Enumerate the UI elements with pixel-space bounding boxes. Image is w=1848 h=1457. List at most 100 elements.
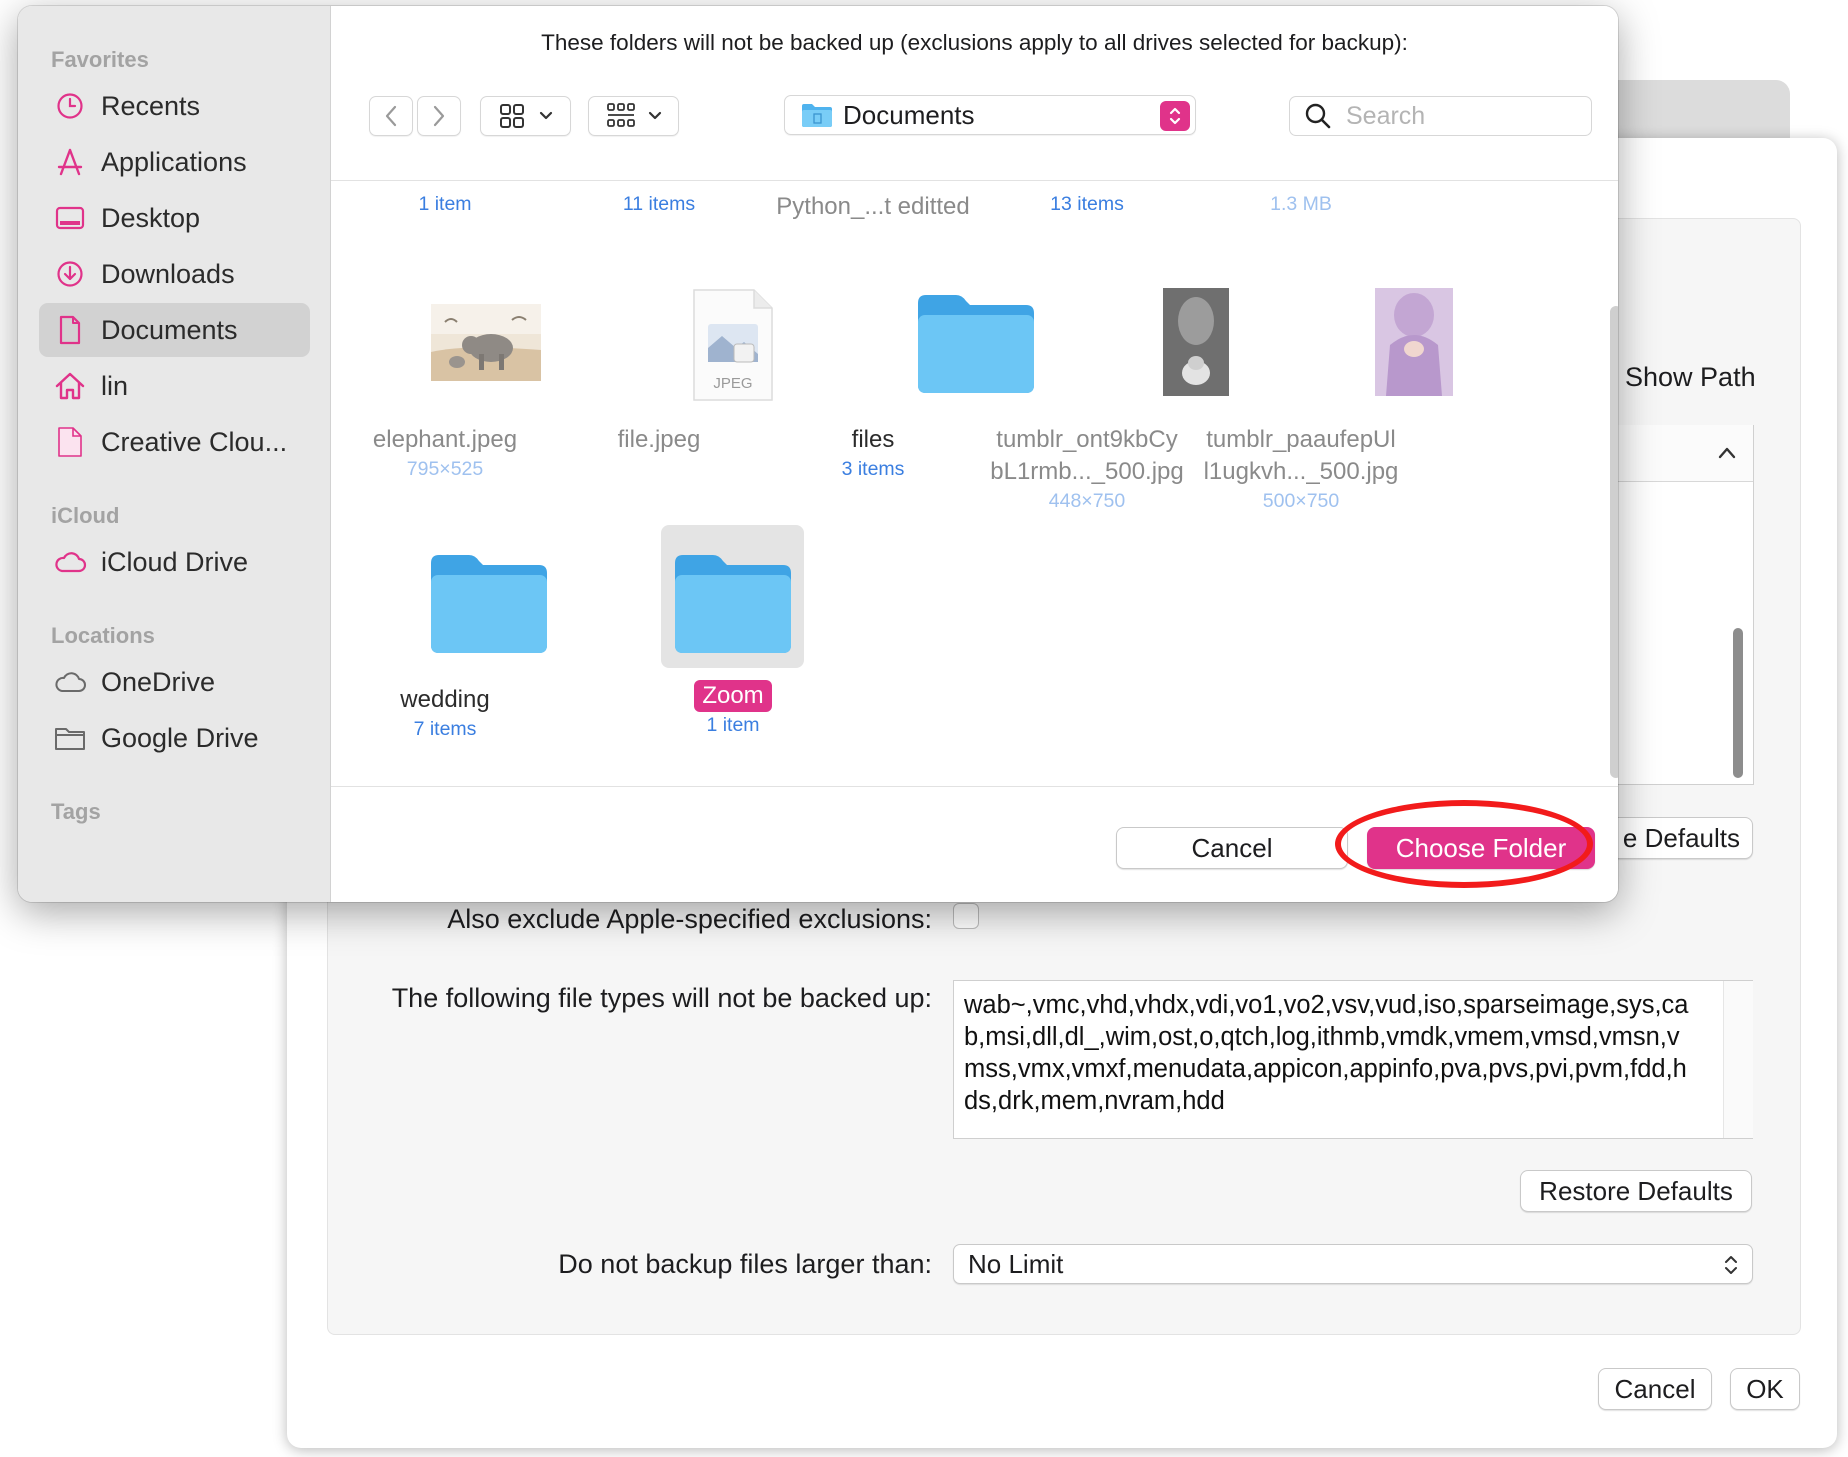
folder-icon[interactable] (673, 553, 793, 655)
item-count: 11 items (622, 193, 696, 215)
folder-outline-icon (53, 721, 87, 755)
preferences-cancel-button[interactable]: Cancel (1598, 1368, 1712, 1410)
file-name: wedding (400, 686, 490, 713)
search-field[interactable] (1289, 96, 1592, 136)
sidebar-item-applications[interactable]: Applications (39, 135, 310, 189)
desktop-icon (53, 201, 87, 235)
sidebar-item-label: Creative Clou... (101, 426, 288, 457)
sidebar-item-desktop[interactable]: Desktop (39, 191, 310, 245)
sidebar-item-google-drive[interactable]: Google Drive (39, 711, 310, 765)
location-stepper[interactable] (1160, 101, 1190, 131)
file-item-row0-1[interactable]: 1 item (330, 191, 560, 217)
image-dimensions: 795×525 (406, 458, 484, 480)
footer-divider (331, 786, 1618, 787)
sidebar: Favorites Recents Applications Desktop D… (18, 6, 331, 902)
file-name: elephant.jpeg (372, 426, 518, 453)
group-grid-icon (606, 103, 635, 127)
chevron-up-icon[interactable] (1718, 444, 1736, 462)
file-browser: These folders will not be backed up (exc… (331, 6, 1618, 902)
chevron-right-icon (433, 105, 445, 127)
file-name: Zoom (694, 680, 772, 712)
sidebar-item-label: Applications (101, 146, 247, 177)
home-icon (53, 369, 87, 403)
file-item-tumblr-2[interactable]: tumblr_paaufepUl l1ugkvh..._500.jpg 500×… (1186, 424, 1416, 514)
tumblr-image-thumbnail-2[interactable] (1372, 285, 1456, 399)
sidebar-item-label: iCloud Drive (101, 546, 249, 577)
item-count: 13 items (1050, 193, 1124, 215)
sidebar-item-icloud-drive[interactable]: iCloud Drive (39, 535, 310, 589)
file-name-line1: tumblr_paaufepUl (1206, 426, 1396, 453)
chevron-down-icon (539, 111, 552, 120)
file-types-scrollbar[interactable] (1723, 981, 1753, 1138)
file-item-file-jpeg[interactable]: file.jpeg (544, 424, 774, 456)
forward-button[interactable] (417, 96, 461, 136)
file-item-tumblr-1[interactable]: tumblr_ont9kbCy bL1rmb..._500.jpg 448×75… (972, 424, 1202, 514)
apple-exclusions-label: Also exclude Apple-specified exclusions: (447, 904, 932, 934)
item-count: 3 items (841, 458, 905, 480)
annotation-ring (1335, 800, 1593, 888)
sidebar-item-label: OneDrive (101, 666, 216, 697)
tags-header: Tags (51, 799, 101, 824)
search-icon (1305, 103, 1331, 129)
restore-defaults-folders-button[interactable]: e Defaults (1610, 817, 1753, 859)
updown-chevron-icon (1725, 1256, 1737, 1274)
file-name-line2: bL1rmb..._500.jpg (990, 458, 1184, 485)
downloads-icon (53, 257, 87, 291)
back-button[interactable] (369, 96, 413, 136)
file-item-elephant[interactable]: elephant.jpeg 795×525 (330, 424, 560, 482)
file-item-row0-4[interactable]: 13 items (972, 191, 1202, 217)
file-name: Python_...t editted (776, 193, 970, 220)
file-item-files-folder[interactable]: files 3 items (758, 424, 988, 482)
item-count: 1 item (706, 714, 760, 736)
document-icon (53, 425, 87, 459)
view-mode-button[interactable] (480, 96, 571, 136)
folder-icon[interactable] (916, 293, 1036, 395)
sidebar-item-documents[interactable]: Documents (39, 303, 310, 357)
location-name: Documents (843, 99, 975, 130)
chevron-down-icon (648, 111, 661, 120)
sidebar-item-onedrive[interactable]: OneDrive (39, 655, 310, 709)
file-name: file.jpeg (617, 426, 701, 453)
search-input[interactable] (1344, 100, 1578, 132)
file-item-row0-5[interactable]: 1.3 MB (1186, 191, 1416, 217)
dialog-cancel-button[interactable]: Cancel (1116, 827, 1348, 869)
jpeg-file-icon[interactable]: JPEG (684, 288, 782, 404)
file-item-zoom-folder[interactable]: Zoom 1 item (618, 680, 848, 738)
file-browser-scrollbar[interactable] (1610, 306, 1618, 778)
applications-icon (53, 145, 87, 179)
cloud-icon (53, 545, 87, 579)
size-limit-select[interactable]: No Limit (953, 1244, 1753, 1284)
file-item-row0-3[interactable]: Python_...t editted (758, 191, 988, 223)
location-popup[interactable]: Documents (784, 95, 1196, 135)
size-limit-label: Do not backup files larger than: (558, 1249, 932, 1279)
sidebar-item-downloads[interactable]: Downloads (39, 247, 310, 301)
elephant-thumbnail[interactable] (427, 300, 545, 385)
file-types-label: The following file types will not be bac… (391, 983, 932, 1013)
sidebar-item-label: Downloads (101, 258, 235, 289)
folder-icon[interactable] (429, 553, 549, 655)
sidebar-item-creative-cloud[interactable]: Creative Clou... (39, 415, 310, 469)
item-count: 7 items (413, 718, 477, 740)
restore-defaults-button[interactable]: Restore Defaults (1520, 1170, 1752, 1212)
preferences-ok-button[interactable]: OK (1730, 1368, 1800, 1410)
sidebar-item-lin[interactable]: lin (39, 359, 310, 413)
favorites-header: Favorites (51, 47, 149, 72)
tumblr-image-thumbnail-1[interactable] (1160, 285, 1232, 399)
sidebar-item-label: Google Drive (101, 722, 259, 753)
file-types-field[interactable]: wab~,vmc,vhd,vhdx,vdi,vo1,vo2,vsv,vud,is… (953, 980, 1753, 1139)
sidebar-item-label: lin (101, 370, 129, 401)
icon-grid-icon (499, 104, 524, 128)
file-item-wedding-folder[interactable]: wedding 7 items (330, 684, 560, 742)
sidebar-item-label: Recents (101, 90, 201, 121)
sidebar-item-recents[interactable]: Recents (39, 79, 310, 133)
document-icon (53, 313, 87, 347)
file-item-row0-2[interactable]: 11 items (544, 191, 774, 217)
size-limit-value: No Limit (968, 1248, 1064, 1279)
locations-header: Locations (51, 623, 155, 648)
file-size: 1.3 MB (1270, 193, 1332, 215)
show-path-label[interactable]: Show Path (1625, 362, 1756, 393)
group-by-button[interactable] (588, 96, 679, 136)
list-scrollbar[interactable] (1733, 628, 1743, 778)
apple-exclusions-checkbox[interactable] (953, 903, 979, 929)
documents-folder-icon (802, 104, 832, 127)
